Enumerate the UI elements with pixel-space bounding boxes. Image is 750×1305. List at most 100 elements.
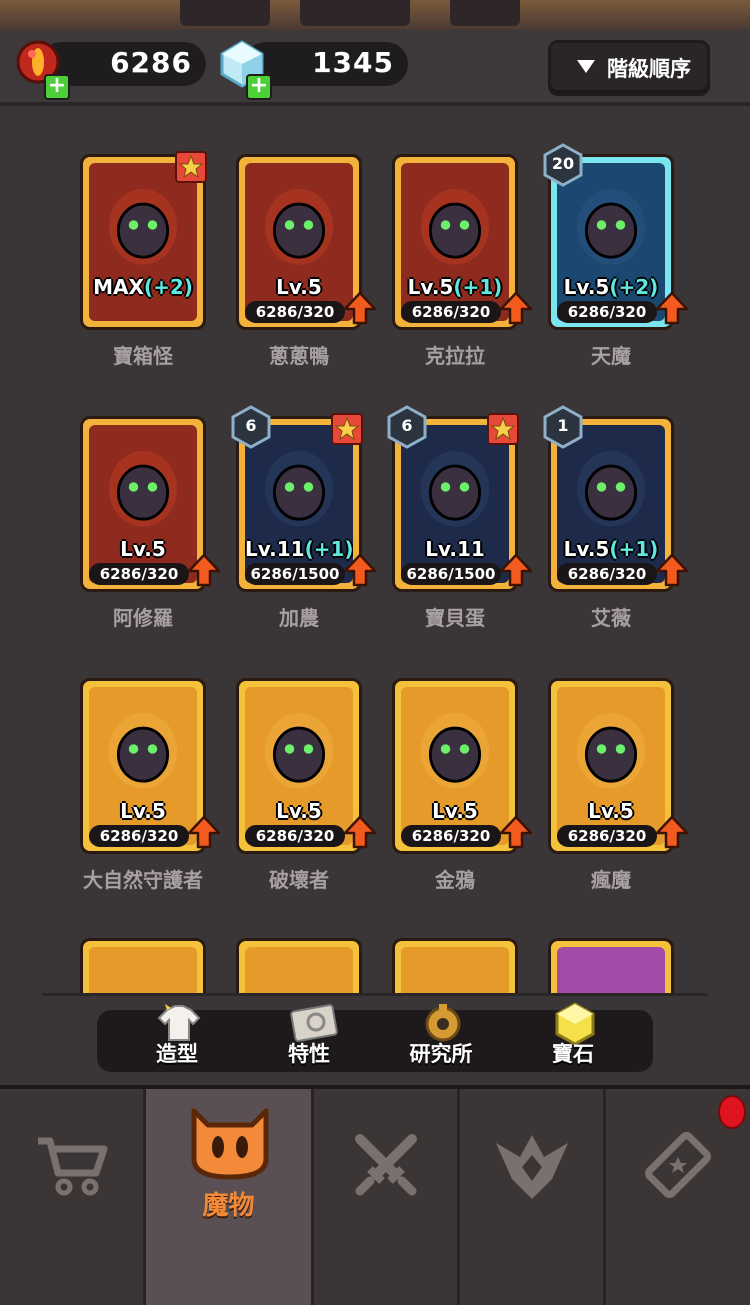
sort-order-button[interactable]: 階級順序 <box>548 40 710 96</box>
star-icon <box>487 413 519 445</box>
monster-shard-progress: 6286/320 <box>401 825 501 847</box>
monster-level-text: Lv.5 <box>407 275 454 299</box>
monster-level: MAX(+2) <box>89 275 197 299</box>
sort-order-label: 階級順序 <box>607 57 691 81</box>
monster-level: Lv.5 <box>89 799 197 823</box>
monster-card[interactable]: Lv.5 6286/320 <box>80 678 221 854</box>
upgrade-arrow-icon <box>343 815 377 849</box>
top-scene-strip <box>0 0 750 30</box>
monster-shard-progress: 6286/320 <box>245 301 345 323</box>
subnav-costume[interactable]: 造型 <box>117 1004 237 1072</box>
monster-grid: MAX(+2) 寶箱怪 Lv.5 6286/320 蔥蔥鴨 Lv.5(+1) 6286/32… <box>0 106 750 994</box>
tab-monsters[interactable]: 魔物 <box>146 1089 314 1305</box>
subnav-traits[interactable]: 特性 <box>249 1004 369 1072</box>
monster-card[interactable]: Lv.5 6286/320 <box>392 678 533 854</box>
monster-card-partial[interactable] <box>236 938 362 994</box>
monster-level-text: Lv.11 <box>425 537 485 561</box>
monster-name: 艾薇 <box>591 606 631 630</box>
star-icon <box>331 413 363 445</box>
monster-card[interactable]: MAX(+2) <box>80 151 207 330</box>
rank-badge: 6 <box>229 405 273 449</box>
monster-name: 破壞者 <box>269 868 329 892</box>
monster-shard-progress: 6286/320 <box>557 825 657 847</box>
subnav-gems[interactable]: 寶石 <box>513 1002 633 1072</box>
upgrade-arrow-icon <box>499 553 533 587</box>
subnav-lab[interactable]: 研究所 <box>381 1004 501 1072</box>
monster-shard-progress: 6286/320 <box>89 563 189 585</box>
add-gem-button[interactable]: + <box>246 74 272 100</box>
monster-name: 阿修羅 <box>113 606 173 630</box>
monster-level-bonus: (+1) <box>453 275 503 299</box>
monster-card-partial[interactable] <box>392 938 518 994</box>
monster-card-partial[interactable] <box>80 938 206 994</box>
monster-card[interactable]: Lv.5 6286/320 <box>236 154 377 330</box>
grid-divider <box>42 993 708 996</box>
monster-card[interactable]: Lv.5(+2) 6286/320 20 <box>543 143 689 330</box>
add-meat-button[interactable]: + <box>44 74 70 100</box>
rank-badge-value: 1 <box>557 416 569 435</box>
monster-level-text: Lv.5 <box>276 799 322 823</box>
monster-level-text: Lv.5 <box>120 799 166 823</box>
monster-shard-progress: 6286/320 <box>401 301 501 323</box>
upgrade-arrow-icon <box>655 553 689 587</box>
ticket-icon <box>645 1132 711 1198</box>
monster-card[interactable]: Lv.5 6286/320 <box>548 678 689 854</box>
monster-card-inner <box>89 947 197 994</box>
scene-decoration <box>300 0 410 26</box>
monster-level: Lv.5 <box>401 799 509 823</box>
monster-level: Lv.11(+1) <box>245 537 353 561</box>
tab-pass[interactable] <box>606 1089 750 1305</box>
monster-level-text: Lv.11 <box>245 537 305 561</box>
upgrade-arrow-icon <box>343 553 377 587</box>
monster-card[interactable]: Lv.5(+1) 6286/320 <box>392 154 533 330</box>
monster-card-inner <box>401 947 509 994</box>
cart-icon <box>38 1137 108 1196</box>
tab-shop[interactable] <box>0 1089 146 1305</box>
dropdown-triangle-icon <box>577 60 595 73</box>
monster-name: 瘋魔 <box>591 868 631 892</box>
monster-level: Lv.5(+1) <box>557 537 665 561</box>
monster-card[interactable]: Lv.11 6286/1500 6 <box>387 405 533 592</box>
monster-face-icon <box>191 1108 269 1180</box>
upgrade-arrow-icon <box>655 291 689 325</box>
monster-card-inner: Lv.5 <box>89 687 197 845</box>
monster-shard-progress: 6286/320 <box>245 825 345 847</box>
scene-decoration <box>180 0 270 26</box>
monster-level-text: Lv.5 <box>563 275 610 299</box>
monster-level: Lv.5 <box>245 799 353 823</box>
subnav-costume-label: 造型 <box>156 1042 198 1066</box>
monster-shard-progress: 6286/1500 <box>245 563 345 585</box>
monster-shard-progress: 6286/1500 <box>401 563 501 585</box>
monster-card[interactable]: Lv.11(+1) 6286/1500 6 <box>231 405 377 592</box>
monster-level: Lv.5(+2) <box>557 275 665 299</box>
monster-card-inner: Lv.5 <box>401 687 509 845</box>
monster-name: 寶箱怪 <box>113 344 173 368</box>
monster-level-text: Lv.5 <box>276 275 322 299</box>
monster-card-inner <box>245 947 353 994</box>
monster-level: Lv.5(+1) <box>401 275 509 299</box>
monster-level-bonus: (+2) <box>609 275 659 299</box>
monster-level-text: MAX <box>93 275 144 299</box>
monster-shard-progress: 6286/320 <box>89 825 189 847</box>
rank-badge-value: 6 <box>401 416 413 435</box>
monster-card-partial[interactable] <box>548 938 674 994</box>
upgrade-arrow-icon <box>187 553 221 587</box>
star-icon <box>175 151 207 183</box>
monster-card[interactable]: Lv.5 6286/320 <box>236 678 377 854</box>
tab-battle[interactable] <box>314 1089 460 1305</box>
monster-sub-nav: 造型 特性 研究所 寶石 <box>97 1002 653 1072</box>
tab-rank[interactable] <box>460 1089 606 1305</box>
monster-shard-progress: 6286/320 <box>557 301 657 323</box>
monster-name: 加農 <box>279 606 319 630</box>
subnav-lab-label: 研究所 <box>409 1042 473 1066</box>
monster-card[interactable]: Lv.5 6286/320 <box>80 416 221 592</box>
monster-card[interactable]: Lv.5(+1) 6286/320 1 <box>543 405 689 592</box>
monster-level: Lv.11 <box>401 537 509 561</box>
crossed-swords-icon <box>355 1134 417 1196</box>
monster-level-bonus: (+1) <box>609 537 659 561</box>
monster-name: 蔥蔥鴨 <box>269 344 329 368</box>
rank-badge: 6 <box>385 405 429 449</box>
rank-badge-value: 6 <box>245 416 257 435</box>
upgrade-arrow-icon <box>655 815 689 849</box>
monster-card-inner: Lv.5(+1) <box>401 163 509 321</box>
